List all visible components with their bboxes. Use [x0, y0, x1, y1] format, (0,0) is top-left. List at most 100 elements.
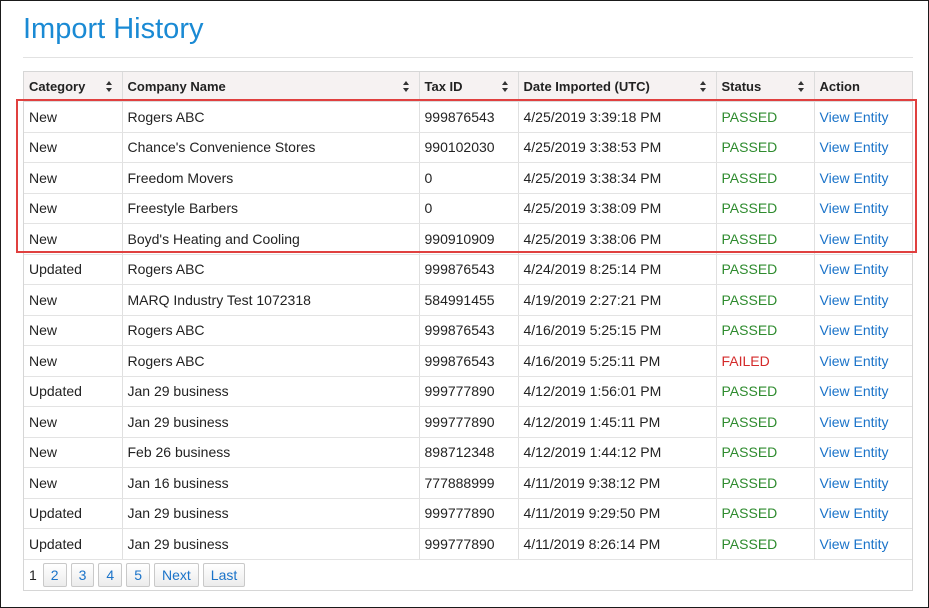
view-entity-link[interactable]: View Entity: [820, 231, 889, 247]
cell-text: Jan 29 business: [127, 505, 229, 522]
status-cell: PASSED: [716, 193, 815, 224]
status-cell: PASSED: [716, 101, 815, 133]
tax-id-cell: 999876543: [419, 315, 519, 346]
cell-text: Updated: [29, 261, 82, 278]
cell-text: Jan 29 business: [127, 413, 229, 430]
pagination-page-5-button[interactable]: 5: [126, 563, 150, 587]
view-entity-link[interactable]: View Entity: [820, 505, 889, 521]
status-text: PASSED: [721, 413, 778, 430]
column-header-label: Date Imported (UTC): [523, 79, 650, 94]
status-text: PASSED: [721, 261, 778, 278]
pagination-page-3-button[interactable]: 3: [70, 563, 95, 587]
sort-icon[interactable]: [699, 81, 707, 92]
category-cell: New: [24, 223, 123, 255]
table-row: New Rogers ABC 999876543 4/16/2019 5:25:11 …: [24, 345, 912, 377]
cell-text: Updated: [29, 535, 82, 552]
category-cell: New: [24, 162, 123, 194]
category-cell: New: [24, 467, 123, 499]
view-entity-link[interactable]: View Entity: [820, 109, 889, 125]
view-entity-link[interactable]: View Entity: [820, 414, 889, 430]
cell-text: 4/25/2019 3:39:18 PM: [523, 108, 662, 125]
date-imported-cell: 4/12/2019 1:56:01 PM: [518, 376, 717, 407]
cell-text: 990910909: [424, 230, 495, 247]
company-name-cell: Chance's Convenience Stores: [122, 132, 420, 163]
pagination-next-button[interactable]: Next: [153, 563, 199, 587]
sort-icon[interactable]: [501, 81, 509, 92]
view-entity-link[interactable]: View Entity: [820, 200, 889, 216]
category-cell: New: [24, 315, 123, 346]
status-cell: PASSED: [716, 498, 815, 529]
pagination-last-button[interactable]: Last: [202, 563, 246, 587]
column-header-category[interactable]: Category: [24, 72, 123, 102]
view-entity-link[interactable]: View Entity: [820, 139, 889, 155]
tax-id-cell: 999876543: [419, 345, 519, 377]
company-name-cell: Rogers ABC: [122, 254, 420, 285]
table-row: New Jan 29 business 999777890 4/12/2019 1:4…: [24, 406, 912, 438]
cell-text: New: [29, 444, 58, 461]
status-text: PASSED: [721, 108, 778, 125]
cell-text: Rogers ABC: [127, 322, 205, 339]
import-history-table: Category Company Name Tax ID Date Import…: [24, 72, 912, 560]
sort-icon[interactable]: [105, 81, 113, 92]
column-header-company-name[interactable]: Company Name: [122, 72, 420, 102]
cell-text: Rogers ABC: [127, 352, 205, 369]
category-cell: Updated: [24, 376, 123, 407]
cell-text: 999876543: [424, 108, 495, 125]
view-entity-link[interactable]: View Entity: [820, 353, 889, 369]
table-row: Updated Jan 29 business 999777890 4/11/2019…: [24, 498, 912, 529]
action-cell: View Entity: [814, 498, 912, 529]
column-header-status[interactable]: Status: [716, 72, 815, 102]
cell-text: 4/16/2019 5:25:11 PM: [523, 352, 661, 369]
view-entity-link[interactable]: View Entity: [820, 261, 889, 277]
table-row: New Jan 16 business 777888999 4/11/2019 9:3…: [24, 467, 912, 499]
company-name-cell: Rogers ABC: [122, 101, 420, 133]
pagination-page-4-button[interactable]: 4: [98, 563, 123, 587]
view-entity-link[interactable]: View Entity: [820, 170, 889, 186]
company-name-cell: Jan 29 business: [122, 406, 420, 438]
status-cell: PASSED: [716, 528, 815, 560]
column-header-action: Action: [814, 72, 912, 102]
status-cell: PASSED: [716, 315, 815, 346]
sort-icon[interactable]: [797, 81, 805, 92]
cell-text: 4/16/2019 5:25:15 PM: [523, 322, 662, 339]
company-name-cell: Jan 29 business: [122, 528, 420, 560]
view-entity-link[interactable]: View Entity: [820, 292, 889, 308]
cell-text: New: [29, 139, 58, 156]
column-header-date-imported[interactable]: Date Imported (UTC): [518, 72, 717, 102]
date-imported-cell: 4/25/2019 3:38:06 PM: [518, 223, 717, 255]
status-text: PASSED: [721, 139, 778, 156]
date-imported-cell: 4/12/2019 1:44:12 PM: [518, 437, 717, 468]
view-entity-link[interactable]: View Entity: [820, 383, 889, 399]
status-cell: PASSED: [716, 132, 815, 163]
sort-icon[interactable]: [402, 81, 410, 92]
table-row: Updated Jan 29 business 999777890 4/11/2019…: [24, 528, 912, 560]
status-text: PASSED: [721, 474, 778, 491]
view-entity-link[interactable]: View Entity: [820, 536, 889, 552]
column-header-label: Company Name: [127, 79, 226, 94]
category-cell: New: [24, 437, 123, 468]
status-text: PASSED: [721, 200, 778, 217]
category-cell: New: [24, 132, 123, 163]
view-entity-link[interactable]: View Entity: [820, 444, 889, 460]
date-imported-cell: 4/24/2019 8:25:14 PM: [518, 254, 717, 285]
view-entity-link[interactable]: View Entity: [820, 475, 889, 491]
view-entity-link[interactable]: View Entity: [820, 322, 889, 338]
column-header-label: Action: [819, 79, 860, 94]
cell-text: MARQ Industry Test 1072318: [127, 291, 311, 308]
pagination-page-2-button[interactable]: 2: [42, 563, 67, 587]
column-header-tax-id[interactable]: Tax ID: [419, 72, 519, 102]
cell-text: 999777890: [424, 505, 495, 522]
cell-text: 4/25/2019 3:38:53 PM: [523, 139, 662, 156]
cell-text: 4/25/2019 3:38:34 PM: [523, 169, 662, 186]
status-text: FAILED: [721, 352, 770, 369]
category-cell: New: [24, 406, 123, 438]
action-cell: View Entity: [814, 345, 912, 377]
action-cell: View Entity: [814, 406, 912, 438]
status-cell: PASSED: [716, 223, 815, 255]
tax-id-cell: 999777890: [419, 406, 519, 438]
action-cell: View Entity: [814, 132, 912, 163]
status-cell: PASSED: [716, 406, 815, 438]
cell-text: New: [29, 230, 58, 247]
date-imported-cell: 4/16/2019 5:25:15 PM: [518, 315, 717, 346]
status-text: PASSED: [721, 383, 778, 400]
